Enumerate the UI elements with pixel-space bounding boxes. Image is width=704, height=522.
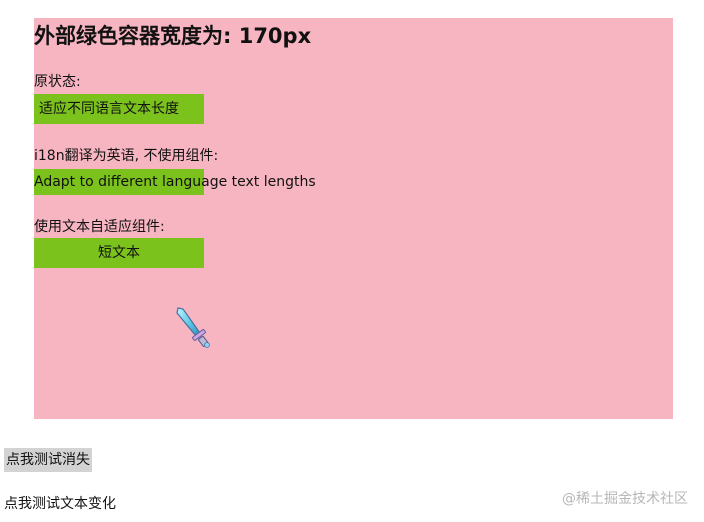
adaptive-container: 短文本 xyxy=(34,238,204,268)
original-state-label: 原状态: xyxy=(34,74,81,90)
adaptive-label: 使用文本自适应组件: xyxy=(34,219,165,235)
sword-cursor-icon xyxy=(176,307,210,348)
original-container: 适应不同语言文本长度 xyxy=(34,94,204,124)
translated-overflow-text: Adapt to different language text lengths xyxy=(34,174,316,190)
watermark: @稀土掘金技术社区 xyxy=(562,491,688,507)
text-change-test-button[interactable]: 点我测试文本变化 xyxy=(4,493,116,515)
page-title: 外部绿色容器宽度为: 170px xyxy=(34,24,312,48)
disappear-test-button[interactable]: 点我测试消失 xyxy=(4,448,92,472)
adaptive-text: 短文本 xyxy=(98,245,140,261)
translated-label: i18n翻译为英语, 不使用组件: xyxy=(34,148,219,164)
original-text: 适应不同语言文本长度 xyxy=(39,101,179,117)
